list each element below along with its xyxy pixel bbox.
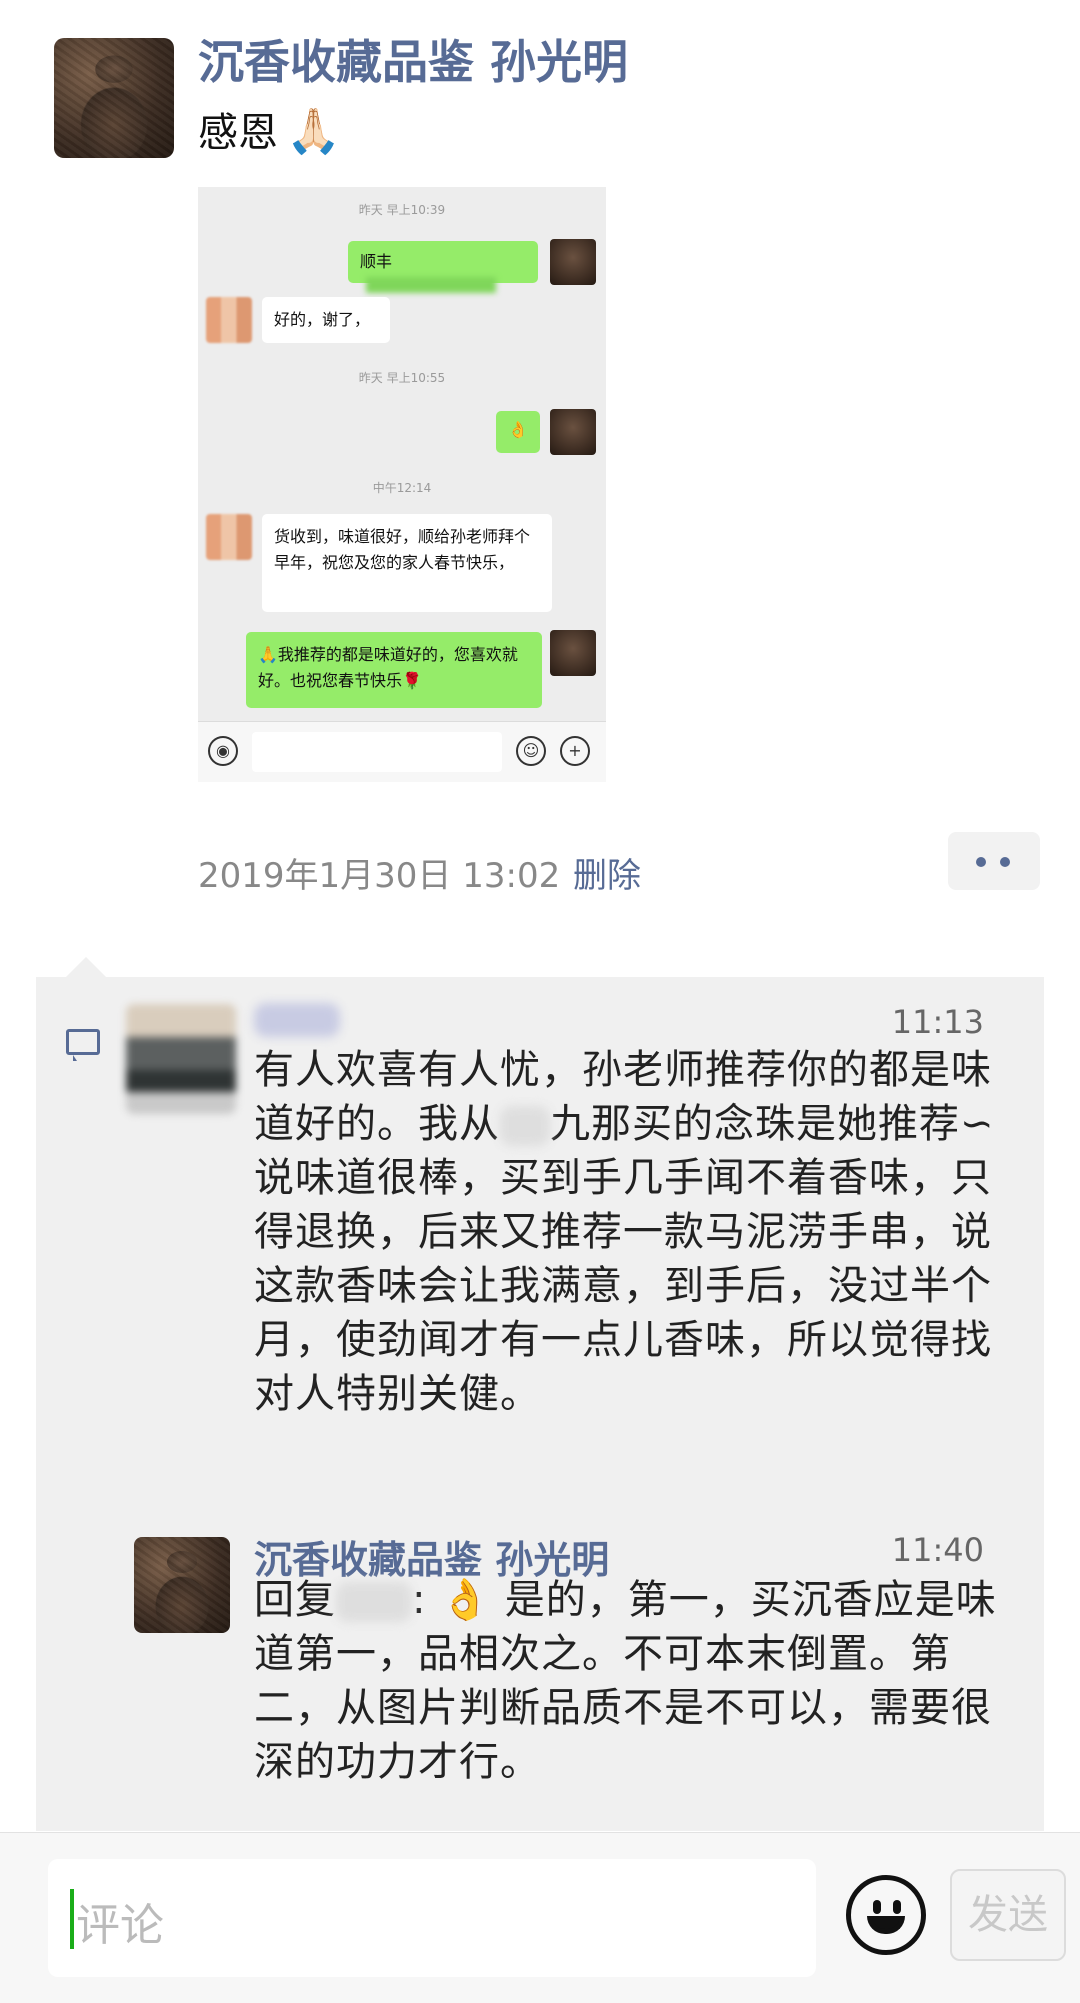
- comment-text[interactable]: 有人欢喜有人忧，孙老师推荐你的都是味道好的。我从 九那买的念珠是她推荐∽说味道很棒…: [254, 1043, 1014, 1421]
- redacted-text: [500, 1106, 550, 1146]
- chat-message-3: 👌: [496, 411, 540, 453]
- chat-message-1-text: 顺丰: [360, 252, 393, 271]
- chat-message-2: 好的，谢了，: [262, 297, 390, 343]
- reply-text[interactable]: 回复: 👌 是的，第一，买沉香应是味道第一，品相次之。不可本末倒置。第二，从图片…: [254, 1573, 1014, 1789]
- dot-icon: [976, 857, 986, 867]
- post-text-content: 感恩: [198, 110, 278, 156]
- post-image[interactable]: 昨天 早上10:39 顺丰 好的，谢了， 昨天 早上10:55 👌 中午12:1…: [198, 187, 606, 782]
- pray-emoji: 🙏🏻: [286, 106, 341, 157]
- chat-avatar-sender: [550, 630, 596, 676]
- ok-hand-emoji: 👌: [440, 1577, 492, 1623]
- emoji-mouth: [867, 1916, 905, 1934]
- reply-time: 11:40: [891, 1531, 984, 1569]
- emoji-icon: ☺: [516, 736, 546, 766]
- post-author-name[interactable]: 沉香收藏品鉴 孙光明: [198, 26, 628, 92]
- comment-icon: [66, 1029, 100, 1061]
- chat-time-2: 昨天 早上10:55: [358, 371, 446, 385]
- send-button[interactable]: 发送: [950, 1869, 1066, 1961]
- comments-section: 11:13 有人欢喜有人忧，孙老师推荐你的都是味道好的。我从 九那买的念珠是她推荐…: [36, 977, 1044, 1831]
- comment-placeholder: 评论: [76, 1900, 164, 1951]
- post-timestamp: 2019年1月30日 13:02: [198, 856, 561, 896]
- commenter-avatar[interactable]: [126, 1004, 236, 1114]
- emoji-eye: [893, 1900, 901, 1914]
- chat-avatar-buyer: [206, 514, 252, 560]
- post-text: 感恩 🙏🏻: [198, 100, 341, 158]
- redacted-text: [366, 276, 496, 293]
- chat-avatar-sender: [550, 239, 596, 285]
- comment-input-bar: 评论 发送: [0, 1832, 1080, 2003]
- chat-message-4: 货收到，味道很好，顺给孙老师拜个早年，祝您及您的家人春节快乐，: [262, 514, 552, 612]
- reply-author-avatar[interactable]: [134, 1537, 230, 1633]
- plus-icon: +: [560, 736, 590, 766]
- dot-icon: [1000, 857, 1010, 867]
- chat-message-5: 🙏我推荐的都是味道好的，您喜欢就好。也祝您春节快乐🌹: [246, 632, 542, 708]
- chat-time-1: 昨天 早上10:39: [358, 203, 446, 217]
- chat-message-1: 顺丰: [348, 241, 538, 293]
- post-author-avatar[interactable]: [54, 38, 174, 158]
- comment-input[interactable]: 评论: [48, 1859, 816, 1977]
- chat-input: [252, 732, 502, 772]
- chat-avatar-sender: [550, 409, 596, 455]
- text-cursor: [70, 1889, 74, 1949]
- reply-prefix: 回复: [254, 1577, 336, 1623]
- commenter-name-redacted[interactable]: [254, 1003, 340, 1037]
- redacted-text: [336, 1582, 412, 1622]
- voice-icon: ◉: [208, 736, 238, 766]
- delete-link[interactable]: 删除: [573, 848, 641, 897]
- chat-avatar-buyer: [206, 297, 252, 343]
- comment-time: 11:13: [891, 1003, 984, 1041]
- emoji-button[interactable]: [846, 1875, 926, 1955]
- chat-time-3: 中午12:14: [372, 481, 432, 495]
- emoji-eye: [873, 1900, 881, 1914]
- comment-text-part: 九那买的念珠是她推荐∽说味道很棒，买到手几手闻不着香味，只得退换，后来又推荐一款…: [254, 1101, 995, 1417]
- chat-input-bar: ◉ ☺ +: [198, 721, 606, 782]
- comments-arrow: [66, 957, 106, 977]
- more-options-button[interactable]: [948, 832, 1040, 890]
